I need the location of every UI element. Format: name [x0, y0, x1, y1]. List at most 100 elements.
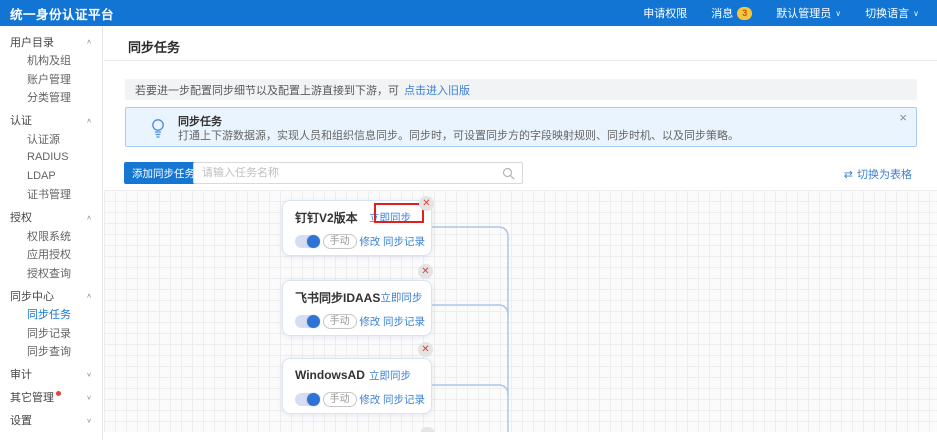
sidebar-group-label: 用户目录	[10, 34, 86, 50]
task-flow-canvas[interactable]: 钉钉V2版本 立即同步 手动 修改 同步记录 ✕ 飞书同步IDAAS 立即同步	[104, 190, 937, 432]
sync-now-link[interactable]: 立即同步	[380, 290, 422, 305]
messages-link[interactable]: 消息 3	[711, 5, 752, 21]
sidebar-item-label: 机构及组	[27, 52, 71, 68]
admin-menu-label: 默认管理员	[776, 5, 831, 21]
sync-now-link[interactable]: 立即同步	[369, 368, 411, 383]
sidebar-group-audit[interactable]: 审计 ∨	[0, 365, 102, 384]
task-search-input[interactable]	[194, 167, 502, 179]
sidebar-item-orgs[interactable]: 机构及组	[0, 51, 102, 70]
sidebar-item-auth-source[interactable]: 认证源	[0, 130, 102, 149]
sync-task-card-windowsad[interactable]: WindowsAD 立即同步 手动 修改 同步记录	[282, 358, 432, 414]
sidebar-item-radius[interactable]: RADIUS	[0, 148, 102, 167]
task-search-box	[193, 162, 523, 184]
connector-lines	[104, 190, 937, 432]
main-content: 同步任务 若要进一步配置同步细节以及配置上游直接到下游，可 点击进入旧版 同步任…	[104, 26, 937, 440]
sync-record-link[interactable]: 同步记录	[383, 392, 425, 407]
enable-toggle[interactable]	[295, 235, 320, 248]
sidebar-item-accounts[interactable]: 账户管理	[0, 70, 102, 89]
sidebar-item-permission-system[interactable]: 权限系统	[0, 227, 102, 246]
chevron-up-icon: ∧	[86, 38, 92, 45]
chevron-down-icon: ∨	[835, 9, 841, 18]
sidebar-item-app-authorization[interactable]: 应用授权	[0, 245, 102, 264]
chevron-down-icon: ∨	[86, 393, 92, 400]
delete-task-icon[interactable]: ✕	[418, 342, 433, 357]
sidebar-item-certificates[interactable]: 证书管理	[0, 185, 102, 204]
sidebar-item-sync-tasks[interactable]: 同步任务	[0, 305, 102, 324]
enable-toggle[interactable]	[295, 393, 320, 406]
sidebar-item-sync-query[interactable]: 同步查询	[0, 342, 102, 361]
switch-view-label: 切换为表格	[857, 166, 912, 182]
sidebar-item-label: 证书管理	[27, 186, 71, 202]
sidebar-group-label: 设置	[10, 412, 86, 428]
language-menu[interactable]: 切换语言 ∨	[865, 5, 919, 21]
sidebar-item-categories[interactable]: 分类管理	[0, 88, 102, 107]
mode-tag: 手动	[323, 234, 357, 249]
sidebar-item-label: 授权查询	[27, 265, 71, 281]
mode-tag: 手动	[323, 314, 357, 329]
delete-task-icon[interactable]: ✕	[419, 196, 434, 211]
task-title: 飞书同步IDAAS	[295, 289, 380, 306]
sidebar-group-label: 其它管理	[10, 389, 54, 405]
sidebar-group-label: 授权	[10, 209, 86, 225]
sidebar-item-sync-records[interactable]: 同步记录	[0, 324, 102, 343]
header-divider	[104, 60, 937, 61]
sidebar-group-sync-center[interactable]: 同步中心 ∧	[0, 286, 102, 305]
apply-permission-link[interactable]: 申请权限	[643, 5, 687, 21]
notice-bar: 若要进一步配置同步细节以及配置上游直接到下游，可 点击进入旧版	[125, 79, 917, 100]
task-title: WindowsAD	[295, 368, 365, 382]
sidebar-item-authorization-query[interactable]: 授权查询	[0, 264, 102, 283]
notification-dot-icon	[56, 391, 61, 396]
edit-link[interactable]: 修改	[359, 392, 380, 407]
task-title: 钉钉V2版本	[295, 209, 358, 226]
topbar: 统一身份认证平台 申请权限 消息 3 默认管理员 ∨ 切换语言 ∨	[0, 0, 937, 26]
sidebar-item-label: 账户管理	[27, 71, 71, 87]
sidebar-group-settings[interactable]: 设置 ∨	[0, 411, 102, 430]
sync-record-link[interactable]: 同步记录	[383, 314, 425, 329]
chevron-up-icon: ∧	[86, 116, 92, 123]
sidebar-item-label: 同步任务	[27, 306, 71, 322]
apply-permission-label: 申请权限	[643, 5, 687, 21]
search-icon	[502, 167, 515, 180]
enable-toggle[interactable]	[295, 315, 320, 328]
chevron-up-icon: ∧	[86, 213, 92, 220]
sidebar-group-auth[interactable]: 认证 ∧	[0, 111, 102, 130]
switch-to-table-button[interactable]: ⇄ 切换为表格	[844, 166, 912, 182]
chevron-down-icon: ∨	[913, 9, 919, 18]
messages-label: 消息	[711, 5, 733, 21]
language-menu-label: 切换语言	[865, 5, 909, 21]
chevron-down-icon: ∨	[86, 416, 92, 423]
sidebar-item-ldap[interactable]: LDAP	[0, 167, 102, 186]
page-title: 同步任务	[128, 37, 180, 56]
sync-record-link[interactable]: 同步记录	[383, 234, 425, 249]
edit-link[interactable]: 修改	[359, 234, 380, 249]
sidebar-group-other-management[interactable]: 其它管理 ∨	[0, 388, 102, 407]
legacy-version-link[interactable]: 点击进入旧版	[404, 82, 470, 98]
brand-title: 统一身份认证平台	[10, 4, 114, 23]
delete-task-icon[interactable]: ✕	[418, 264, 433, 279]
sidebar-item-label: 分类管理	[27, 89, 71, 105]
chevron-down-icon: ∨	[86, 370, 92, 377]
sidebar-group-user-directory[interactable]: 用户目录 ∧	[0, 32, 102, 51]
sidebar-item-label: 应用授权	[27, 246, 71, 262]
sidebar-item-label: 认证源	[27, 131, 60, 147]
sidebar-item-label: 权限系统	[27, 228, 71, 244]
sync-task-card-dingtalk[interactable]: 钉钉V2版本 立即同步 手动 修改 同步记录	[282, 200, 432, 256]
annotation-highlight-box	[374, 203, 424, 223]
chevron-up-icon: ∧	[86, 292, 92, 299]
close-icon[interactable]: ×	[899, 110, 907, 125]
info-callout: 同步任务 打通上下游数据源，实现人员和组织信息同步。同步时，可设置同步方的字段映…	[125, 107, 917, 147]
sync-task-card-feishu[interactable]: 飞书同步IDAAS 立即同步 手动 修改 同步记录	[282, 280, 432, 336]
sidebar-group-authorization[interactable]: 授权 ∧	[0, 208, 102, 227]
sidebar-item-label: RADIUS	[27, 151, 69, 163]
messages-count-badge: 3	[737, 7, 752, 20]
admin-menu[interactable]: 默认管理员 ∨	[776, 5, 841, 21]
mode-tag: 手动	[323, 392, 357, 407]
info-description: 打通上下游数据源，实现人员和组织信息同步。同步时，可设置同步方的字段映射规则、同…	[178, 127, 739, 143]
sidebar: 用户目录 ∧ 机构及组 账户管理 分类管理 认证 ∧ 认证源 RADIUS LD…	[0, 26, 103, 440]
switch-view-icon: ⇄	[844, 168, 853, 181]
lightbulb-icon	[148, 117, 168, 139]
edit-link[interactable]: 修改	[359, 314, 380, 329]
notice-text: 若要进一步配置同步细节以及配置上游直接到下游，可	[135, 82, 399, 98]
add-sync-task-button[interactable]: 添加同步任务	[124, 162, 203, 184]
app-window: 统一身份认证平台 申请权限 消息 3 默认管理员 ∨ 切换语言 ∨ 用户目录 ∧…	[0, 0, 937, 440]
